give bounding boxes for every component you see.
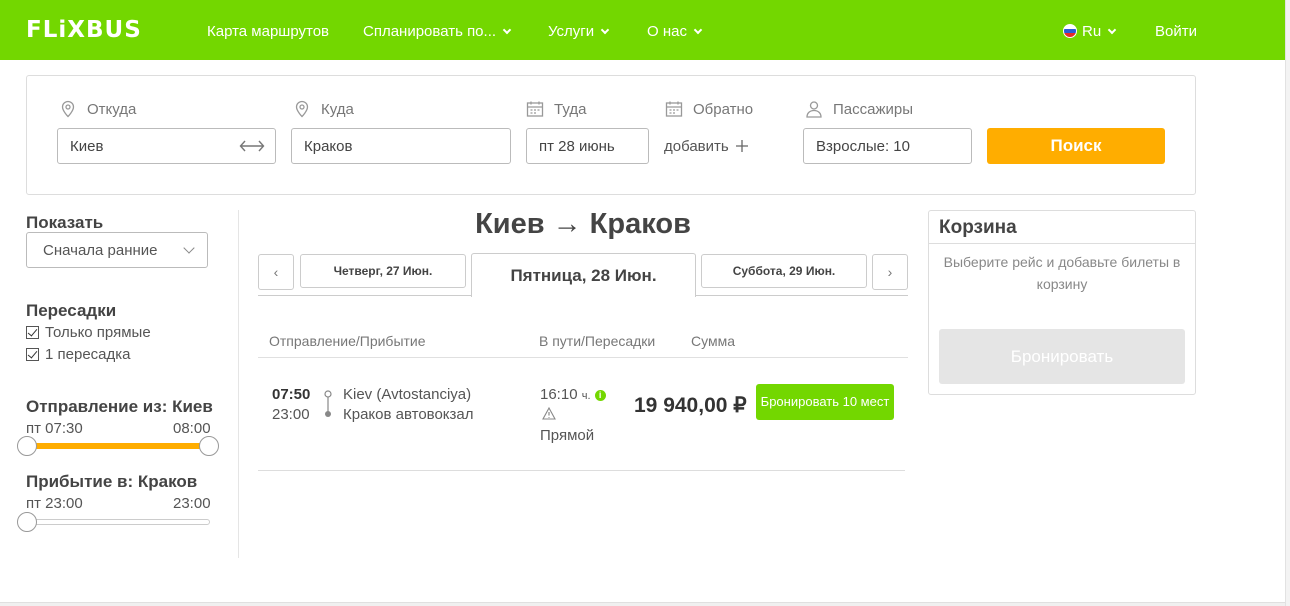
search-button[interactable]: Поиск: [987, 128, 1165, 164]
language-selector[interactable]: Ru: [1063, 23, 1117, 40]
route-line-icon: [324, 390, 332, 417]
departure-station[interactable]: Kiev (Avtostanciya): [343, 386, 471, 403]
route-title: Киев → Краков: [475, 208, 691, 240]
chevron-down-icon: [1107, 25, 1117, 35]
nav-plan-trip[interactable]: Спланировать по...: [363, 23, 512, 40]
nav-about[interactable]: О нас: [647, 23, 703, 40]
column-depart-arrive: Отправление/Прибытие: [269, 333, 426, 349]
departure-slider-min-handle[interactable]: [17, 436, 37, 456]
column-duration: В пути/Пересадки: [539, 333, 656, 349]
departure-time-slider[interactable]: [26, 443, 211, 449]
arrival-time-slider[interactable]: [26, 519, 210, 525]
departure-filter-title: Отправление из: Киев: [26, 397, 213, 416]
location-pin-icon: [295, 100, 309, 118]
cart-empty-message: Выберите рейс и добавьте билеты в корзин…: [943, 254, 1181, 292]
login-link[interactable]: Войти: [1155, 23, 1197, 40]
departure-max-time: 08:00: [173, 420, 211, 437]
info-icon[interactable]: i: [594, 390, 606, 401]
to-label: Куда: [293, 100, 354, 118]
add-return-date-button[interactable]: добавить: [664, 138, 749, 155]
filter-direct-only[interactable]: Только прямые: [26, 324, 151, 341]
depart-date-input[interactable]: пт 28 июнь: [526, 128, 649, 164]
location-pin-icon: [61, 100, 75, 118]
checkbox-checked[interactable]: [26, 348, 39, 361]
nav-route-map[interactable]: Карта маршрутов: [207, 23, 329, 40]
nav-services[interactable]: Услуги: [548, 23, 610, 40]
return-label: Обратно: [665, 100, 753, 118]
cart-title: Корзина: [939, 217, 1017, 238]
date-tab-next[interactable]: Суббота, 29 Июн.: [701, 254, 867, 288]
from-input[interactable]: Киев: [57, 128, 276, 164]
from-label: Откуда: [59, 100, 136, 118]
arrival-slider-handle[interactable]: [17, 512, 37, 532]
arrival-time: 23:00: [272, 406, 310, 423]
page-bottom-edge: [0, 602, 1285, 606]
cart-divider: [929, 243, 1195, 244]
next-date-button[interactable]: ›: [872, 254, 908, 290]
arrival-max-time: 23:00: [173, 495, 211, 512]
sidebar-divider: [238, 210, 239, 558]
person-icon: [806, 101, 822, 118]
date-tab-prev[interactable]: Четверг, 27 Июн.: [300, 254, 466, 288]
row-divider: [258, 470, 905, 471]
chevron-down-icon: [183, 242, 195, 254]
book-seats-button[interactable]: Бронировать 10 мест: [756, 384, 894, 420]
calendar-icon: [526, 101, 544, 117]
calendar-icon: [665, 101, 683, 117]
cart-book-button[interactable]: Бронировать: [939, 329, 1185, 384]
transfer-type: Прямой: [540, 427, 595, 444]
passengers-input[interactable]: Взрослые: 10: [803, 128, 972, 164]
chevron-down-icon: [502, 25, 512, 35]
filter-one-transfer[interactable]: 1 пересадка: [26, 346, 131, 363]
passengers-label: Пассажиры: [805, 100, 913, 118]
russia-flag-icon: [1063, 24, 1077, 38]
departure-slider-max-handle[interactable]: [199, 436, 219, 456]
sort-select[interactable]: Сначала ранние: [26, 232, 208, 268]
chevron-down-icon: [600, 25, 610, 35]
header-divider: [258, 357, 908, 358]
arrival-station[interactable]: Краков автовокзал: [343, 406, 474, 423]
trip-duration: 16:10 ч. i: [540, 386, 606, 403]
show-title: Показать: [26, 213, 104, 232]
departure-time: 07:50: [272, 386, 311, 403]
departure-min-time: пт 07:30: [26, 420, 83, 437]
transfers-title: Пересадки: [26, 301, 117, 320]
plus-icon: [735, 140, 748, 152]
chevron-down-icon: [693, 25, 703, 35]
slider-range-fill: [27, 443, 211, 449]
checkbox-checked[interactable]: [26, 326, 39, 339]
date-tab-active[interactable]: Пятница, 28 Июн.: [471, 253, 696, 297]
depart-label: Туда: [526, 100, 586, 118]
prev-date-button[interactable]: ‹: [258, 254, 294, 290]
top-header: FLiXBUS Карта маршрутов Спланировать по.…: [0, 0, 1285, 60]
flixbus-logo[interactable]: FLiXBUS: [26, 17, 142, 43]
swap-arrows-icon[interactable]: [239, 137, 265, 155]
to-input[interactable]: Краков: [291, 128, 511, 164]
scrollbar[interactable]: [1285, 0, 1290, 606]
arrival-min-time: пт 23:00: [26, 495, 83, 512]
trip-price: 19 940,00 ₽: [634, 394, 747, 417]
warning-icon[interactable]: [542, 407, 556, 420]
column-sum: Сумма: [691, 333, 735, 349]
arrival-filter-title: Прибытие в: Краков: [26, 472, 198, 491]
